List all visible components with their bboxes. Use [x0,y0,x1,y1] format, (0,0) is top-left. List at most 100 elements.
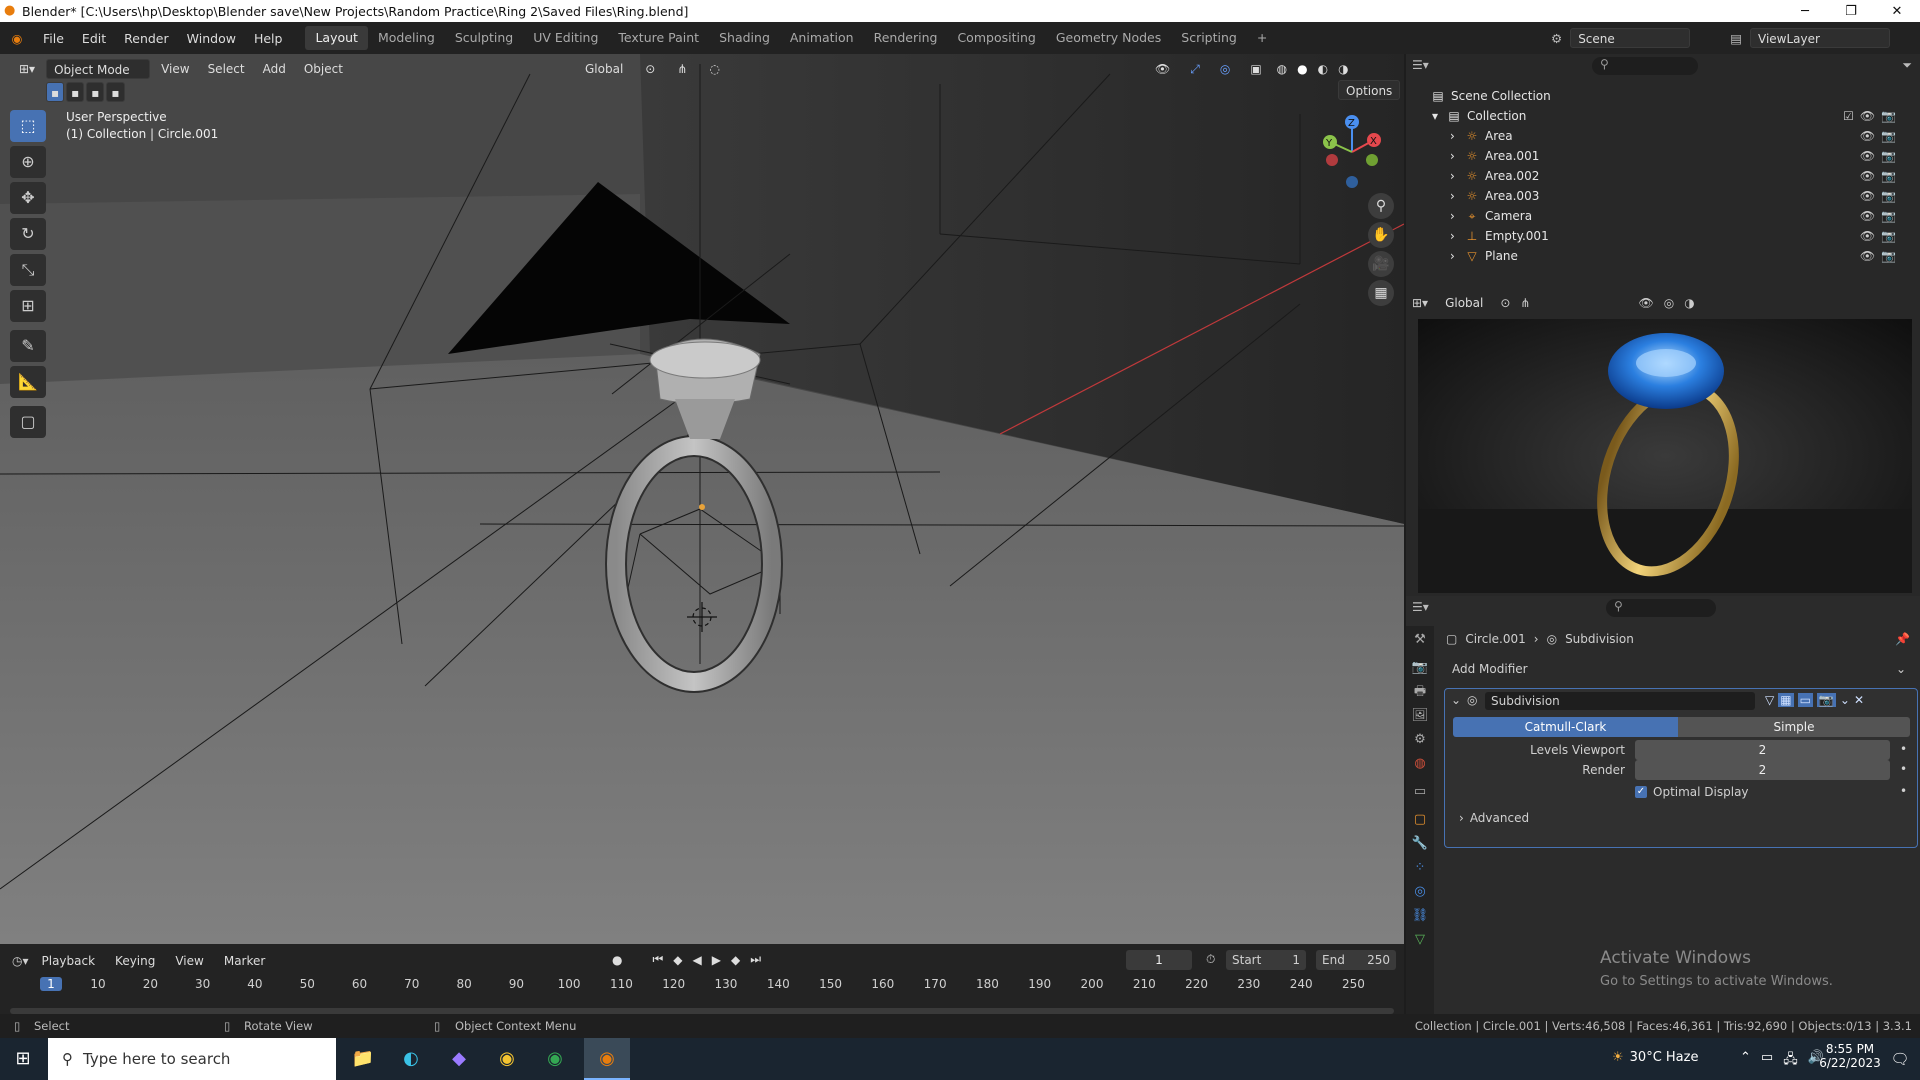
frame-ruler[interactable]: 1 10 20 30 40 50 60 70 80 90 100 110 120 130 140 150 160… [0,974,1404,994]
outliner-item[interactable]: › ☼ Area.003 👁📷 [1406,186,1920,206]
visibility-toggle-icons[interactable]: 👁📷 [1860,166,1902,186]
outliner-scene-collection[interactable]: ▤ Scene Collection [1406,86,1920,106]
particles-tab-icon[interactable]: ⁘ [1410,858,1430,878]
chrome-icon[interactable]: ◉ [532,1038,578,1080]
rotate-tool-icon[interactable]: ↻ [10,218,46,250]
data-tab-icon[interactable]: ▽ [1410,930,1430,950]
network-icon[interactable]: 🖧 [1783,1050,1798,1072]
chrome-canary-icon[interactable]: ◉ [484,1038,530,1080]
solid-shading-icon[interactable]: ● [1295,59,1309,79]
wireframe-shading-icon[interactable]: ◍ [1275,59,1289,79]
select-intersect-icon[interactable]: ▪ [106,82,125,102]
render-transform-orientation[interactable]: Global [1438,293,1490,313]
render-levels-field[interactable]: 2 [1635,760,1890,780]
collection-tab-icon[interactable]: ▭ [1410,782,1430,802]
move-tool-icon[interactable]: ✥ [10,182,46,214]
modifier-name-input[interactable]: Subdivision [1485,692,1755,710]
chevron-up-icon[interactable]: ⌃ [1740,1050,1751,1072]
expand-chevron-icon[interactable]: › [1450,186,1464,206]
zoom-icon[interactable]: ⚲ [1368,193,1394,219]
play-icon[interactable]: ▶ [712,953,721,967]
menu-keying[interactable]: Keying [108,951,162,971]
add-modifier-button[interactable]: Add Modifier ⌄ [1444,658,1910,680]
ortho-grid-icon[interactable]: ▦ [1368,280,1394,306]
expand-chevron-icon[interactable]: › [1450,126,1464,146]
edge-icon[interactable]: ◐ [388,1038,434,1080]
transform-orientation[interactable]: Global [578,59,630,79]
outliner-item[interactable]: › ⊥ Empty.001 👁📷 [1406,226,1920,246]
modifier-tab-icon[interactable]: 🔧 [1410,834,1430,854]
record-icon[interactable]: ● [612,953,622,967]
menu-playback[interactable]: Playback [35,951,103,971]
clock-editor-icon[interactable]: ◷▾ [12,954,29,968]
levels-viewport-field[interactable]: 2 [1635,740,1890,760]
tab-texture-paint[interactable]: Texture Paint [608,26,709,50]
overlay-toggle-icon[interactable]: ◎ [1664,296,1674,310]
filter-icon[interactable]: ⏷ [1902,58,1912,73]
tab-sculpting[interactable]: Sculpting [445,26,523,50]
visibility-icon[interactable]: 👁 [1148,59,1177,79]
file-explorer-icon[interactable]: 📁 [340,1038,386,1080]
prev-keyframe-icon[interactable]: ◆ [673,953,682,967]
menu-select[interactable]: Select [201,59,252,79]
physics-tab-icon[interactable]: ◎ [1410,882,1430,902]
visibility-toggle-icons[interactable]: 👁📷 [1860,246,1902,266]
editor-type-icon[interactable]: ⊞▾ [12,59,42,79]
outliner-editor-icon[interactable]: ☰▾ [1412,58,1429,72]
select-new-icon[interactable]: ▪ [46,82,65,102]
viewport-display-icon[interactable]: ▭ [1797,693,1813,707]
taskbar-search-input[interactable]: ⚲ Type here to search [48,1038,336,1080]
visibility-toggle-icons[interactable]: 👁📷 [1860,226,1902,246]
tab-geometry-nodes[interactable]: Geometry Nodes [1046,26,1171,50]
add-workspace-button[interactable]: + [1247,26,1277,50]
visibility-toggle-icons[interactable]: 👁📷 [1860,146,1902,166]
outliner-item[interactable]: › ☼ Area.001 👁📷 [1406,146,1920,166]
expand-chevron-icon[interactable]: › [1450,226,1464,246]
select-box-tool-icon[interactable]: ⬚ [10,110,46,142]
collapse-chevron-icon[interactable]: ⌄ [1451,693,1461,707]
world-tab-icon[interactable]: ◍ [1410,754,1430,774]
tool-tab-icon[interactable]: ⚒ [1410,630,1430,650]
snap-icon[interactable]: ⋔ [1520,296,1530,310]
minimize-icon[interactable]: ─ [1782,4,1828,19]
notifications-icon[interactable]: 🗨 [1880,1038,1920,1080]
dropdown-icon[interactable]: ⌄ [1840,693,1850,707]
navigation-gizmo[interactable]: Z X Y [1316,112,1386,192]
start-frame-field[interactable]: Start 1 [1226,950,1306,970]
pan-hand-icon[interactable]: ✋ [1368,222,1394,248]
menu-marker[interactable]: Marker [217,951,272,971]
menu-add[interactable]: Add [256,59,293,79]
select-subtract-icon[interactable]: ▪ [86,82,105,102]
add-cube-tool-icon[interactable]: ▢ [10,406,46,438]
tab-catmull-clark[interactable]: Catmull-Clark [1453,717,1678,737]
properties-editor-icon[interactable]: ☰▾ [1412,600,1429,614]
render-display-icon[interactable]: 📷 [1816,693,1836,707]
scale-tool-icon[interactable]: ⤡ [10,254,46,286]
advanced-subpanel[interactable]: › Advanced [1459,811,1529,825]
outliner-item[interactable]: › ▽ Plane 👁📷 [1406,246,1920,266]
tab-compositing[interactable]: Compositing [947,26,1045,50]
render-tab-icon[interactable]: 📷 [1410,658,1430,678]
end-frame-field[interactable]: End 250 [1316,950,1396,970]
menu-view[interactable]: View [168,951,210,971]
pivot-icon[interactable]: ⊙ [1500,296,1510,310]
close-icon[interactable]: ✕ [1854,693,1864,707]
menu-file[interactable]: File [34,31,73,46]
select-extend-icon[interactable]: ▪ [66,82,85,102]
pivot-icon[interactable]: ⊙ [638,59,662,79]
menu-edit[interactable]: Edit [73,31,115,46]
tab-rendering[interactable]: Rendering [864,26,948,50]
menu-help[interactable]: Help [245,31,292,46]
gizmo-toggle-icon[interactable]: ⤢ [1183,59,1207,79]
tab-modeling[interactable]: Modeling [368,26,445,50]
xray-icon[interactable]: ▣ [1243,59,1268,79]
rendered-shading-icon[interactable]: ◑ [1684,296,1694,310]
tab-scripting[interactable]: Scripting [1171,26,1247,50]
snap-icon[interactable]: ⋔ [670,59,694,79]
editor-type-icon[interactable]: ⊞▾ [1412,296,1428,310]
outliner-collection[interactable]: ▾ ▤ Collection ☑👁📷 [1406,106,1920,126]
close-icon[interactable]: ✕ [1874,4,1920,19]
taskbar-clock[interactable]: 8:55 PM 6/22/2023 [1810,1042,1890,1070]
options-button[interactable]: Options [1338,80,1401,100]
overlay-toggle-icon[interactable]: ◎ [1213,59,1237,79]
